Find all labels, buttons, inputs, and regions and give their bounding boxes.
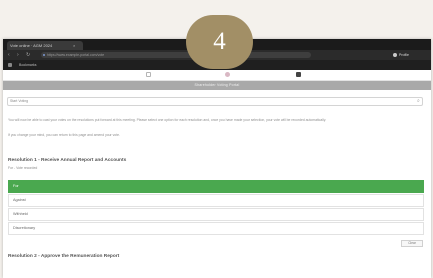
bookmark-item[interactable]: Bookmarks (19, 61, 37, 69)
back-icon[interactable]: ‹ (8, 51, 10, 59)
clear-button[interactable]: Clear (401, 240, 423, 247)
option-label: Withheld (13, 212, 28, 216)
resolution-1-status: For - Vote recorded (8, 166, 38, 170)
url-field[interactable]: https://www.example-portal.com/vote (41, 52, 311, 58)
step-number-badge: 4 (186, 15, 253, 69)
tab-title: Vote online · AGM 2024 (10, 43, 53, 48)
portal-header (3, 70, 431, 81)
avatar-icon (393, 53, 397, 58)
option-label: Discretionary (13, 226, 36, 230)
tab-close-icon[interactable]: × (73, 41, 75, 50)
option-label: Against (13, 198, 26, 202)
profile-button[interactable]: Profile (393, 52, 423, 58)
bookmark-icon (8, 63, 12, 67)
url-text: https://www.example-portal.com/vote (47, 53, 105, 57)
reload-icon[interactable]: ↻ (26, 51, 30, 59)
option-discretionary[interactable]: Discretionary (8, 222, 424, 235)
resolution-2-title: Resolution 2 - Approve the Remuneration … (8, 254, 120, 259)
portal-banner: Shareholder Voting Portal (3, 81, 431, 90)
search-label: Start Voting (10, 99, 29, 103)
lock-icon (43, 54, 45, 56)
forward-icon[interactable]: › (17, 51, 19, 59)
profile-label: Profile (399, 53, 409, 57)
browser-window: Vote online · AGM 2024 × ‹ › ↻ https://w… (3, 39, 431, 278)
intro-paragraph-2: If you change your mind, you can return … (8, 133, 120, 137)
resolution-1-title: Resolution 1 - Receive Annual Report and… (8, 158, 127, 163)
menu-icon[interactable] (296, 72, 301, 77)
search-input[interactable]: Start Voting ⌕ (7, 97, 423, 106)
option-withheld[interactable]: Withheld (8, 208, 424, 221)
home-icon[interactable] (146, 72, 151, 77)
option-for[interactable]: For (8, 180, 424, 193)
search-icon[interactable]: ⌕ (417, 98, 422, 105)
option-label: For (13, 184, 19, 188)
intro-paragraph: You will now be able to cast your votes … (8, 118, 327, 122)
option-against[interactable]: Against (8, 194, 424, 207)
logo-icon (225, 72, 230, 77)
browser-tab[interactable]: Vote online · AGM 2024 (7, 41, 83, 50)
